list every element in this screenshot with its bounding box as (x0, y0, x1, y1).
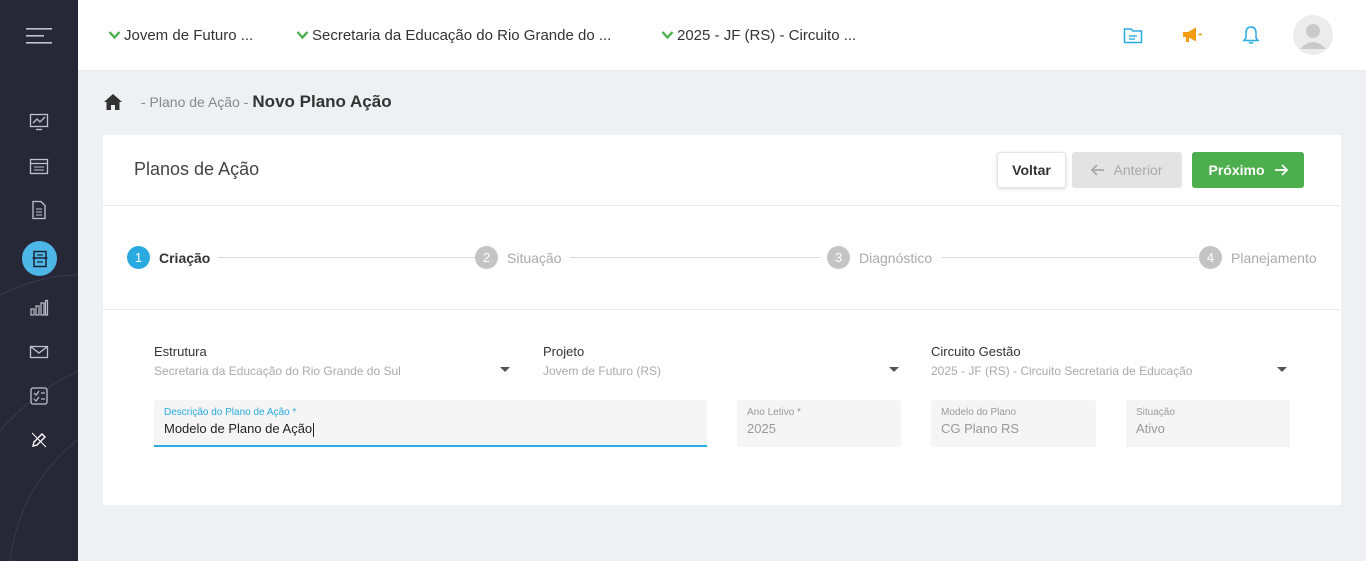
header-divider (103, 205, 1341, 206)
step-label: Planejamento (1231, 249, 1317, 266)
sidebar-background-curves (0, 274, 78, 561)
step-criacao[interactable]: 1 Criação (127, 246, 210, 269)
caret-down-icon (500, 367, 510, 372)
hamburger-menu-icon[interactable] (24, 24, 54, 48)
sidebar (0, 0, 78, 561)
estrutura-label: Estrutura (154, 344, 207, 359)
megaphone-icon[interactable] (1181, 24, 1203, 46)
program-selector-label: Jovem de Futuro ... (124, 26, 254, 44)
step-label: Criação (159, 249, 211, 266)
voltar-button[interactable]: Voltar (997, 152, 1066, 188)
secretaria-selector[interactable]: Secretaria da Educação do Rio Grande do … (296, 26, 611, 44)
chevron-down-icon (661, 30, 674, 40)
projeto-label: Projeto (543, 344, 585, 359)
situacao-value: Ativo (1136, 421, 1165, 436)
user-avatar[interactable] (1293, 15, 1333, 55)
card-title: Planos de Ação (134, 159, 260, 179)
descricao-plano-label: Descrição do Plano de Ação * (164, 407, 297, 418)
text-cursor (313, 422, 315, 437)
chevron-down-icon (296, 30, 309, 40)
step-connector (570, 257, 821, 258)
step-label: Situação (507, 249, 562, 266)
calendar-icon[interactable] (27, 154, 51, 178)
modelo-plano-field: Modelo do Plano CG Plano RS (931, 400, 1096, 447)
modelo-plano-label: Modelo do Plano (941, 407, 1017, 418)
situacao-field: Situação Ativo (1126, 400, 1290, 447)
step-number: 1 (127, 246, 150, 269)
projeto-select[interactable]: Projeto Jovem de Futuro (RS) (543, 344, 899, 378)
mail-icon[interactable] (27, 340, 51, 364)
action-plan-card: Planos de Ação Voltar Anterior Próximo 1… (103, 135, 1341, 505)
voltar-button-label: Voltar (1012, 162, 1051, 178)
step-number: 2 (475, 246, 498, 269)
ano-letivo-value: 2025 (747, 421, 776, 436)
step-number: 4 (1199, 246, 1222, 269)
secretaria-selector-label: Secretaria da Educação do Rio Grande do … (312, 26, 612, 44)
situacao-label: Situação (1136, 407, 1175, 418)
edit-icon[interactable] (27, 428, 51, 452)
anterior-button-label: Anterior (1113, 162, 1163, 178)
bar-chart-icon[interactable] (27, 296, 51, 320)
step-connector (218, 257, 475, 258)
proximo-button-label: Próximo (1208, 162, 1265, 178)
step-situacao[interactable]: 2 Situação (475, 246, 561, 269)
checklist-icon[interactable] (27, 384, 51, 408)
arrow-right-icon (1274, 164, 1288, 176)
chevron-down-icon (108, 30, 121, 40)
proximo-button[interactable]: Próximo (1192, 152, 1304, 188)
breadcrumb-current: Novo Plano Ação (252, 92, 392, 111)
circuito-gestao-value: 2025 - JF (RS) - Circuito Secretaria de … (931, 364, 1193, 378)
arrow-left-icon (1091, 164, 1105, 176)
caret-down-icon (1277, 367, 1287, 372)
caret-down-icon (889, 367, 899, 372)
home-icon[interactable] (103, 93, 123, 111)
breadcrumb: - Plano de Ação - Novo Plano Ação (103, 92, 392, 112)
estrutura-value: Secretaria da Educação do Rio Grande do … (154, 364, 401, 378)
topbar: Jovem de Futuro ... Secretaria da Educaç… (78, 0, 1366, 70)
ano-letivo-label: Ano Letivo * (747, 407, 801, 418)
circuit-selector-label: 2025 - JF (RS) - Circuito ... (677, 26, 857, 44)
modelo-plano-value: CG Plano RS (941, 421, 1020, 436)
stepper-divider (103, 309, 1341, 310)
bell-icon[interactable] (1240, 24, 1262, 46)
dashboard-chart-icon[interactable] (27, 110, 51, 134)
descricao-plano-value: Modelo de Plano de Ação (164, 421, 313, 436)
estrutura-select[interactable]: Estrutura Secretaria da Educação do Rio … (154, 344, 510, 378)
step-diagnostico[interactable]: 3 Diagnóstico (827, 246, 932, 269)
descricao-plano-input[interactable]: Descrição do Plano de Ação * Modelo de P… (154, 400, 707, 447)
folder-icon[interactable] (1122, 24, 1144, 46)
circuito-gestao-label: Circuito Gestão (931, 344, 1021, 359)
breadcrumb-parent[interactable]: - Plano de Ação - (141, 94, 248, 110)
program-selector[interactable]: Jovem de Futuro ... (108, 26, 253, 44)
ano-letivo-field: Ano Letivo * 2025 (737, 400, 901, 447)
projeto-value: Jovem de Futuro (RS) (543, 364, 662, 378)
circuito-gestao-select[interactable]: Circuito Gestão 2025 - JF (RS) - Circuit… (931, 344, 1287, 378)
anterior-button[interactable]: Anterior (1072, 152, 1182, 188)
document-icon[interactable] (27, 198, 51, 222)
circuit-selector[interactable]: 2025 - JF (RS) - Circuito ... (661, 26, 856, 44)
step-number: 3 (827, 246, 850, 269)
step-planejamento[interactable]: 4 Planejamento (1199, 246, 1317, 269)
step-connector (942, 257, 1198, 258)
step-label: Diagnóstico (859, 249, 933, 266)
action-plan-icon[interactable] (22, 241, 57, 276)
